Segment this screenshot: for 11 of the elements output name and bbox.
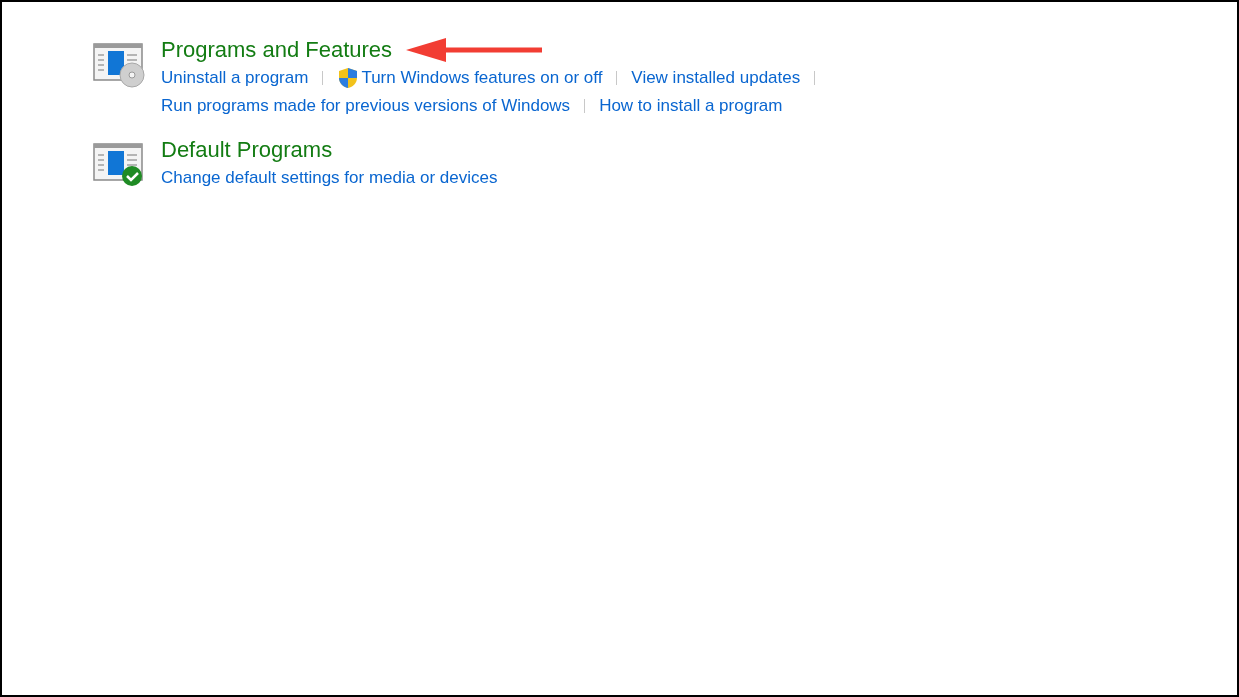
- program-disc-icon: [93, 43, 145, 89]
- task-link[interactable]: Change default settings for media or devices: [161, 165, 498, 191]
- task-link[interactable]: Turn Windows features on or off: [337, 65, 603, 91]
- task-link[interactable]: Run programs made for previous versions of Windows: [161, 93, 571, 119]
- default-check-icon: [93, 143, 145, 189]
- section-title-link[interactable]: Default Programs: [161, 136, 333, 164]
- task-link[interactable]: Uninstall a program: [161, 65, 309, 91]
- task-link[interactable]: How to install a program: [599, 93, 783, 119]
- section-title-link[interactable]: Programs and Features: [161, 36, 393, 64]
- task-link[interactable]: View installed updates: [631, 65, 801, 91]
- shield-icon: [337, 67, 360, 89]
